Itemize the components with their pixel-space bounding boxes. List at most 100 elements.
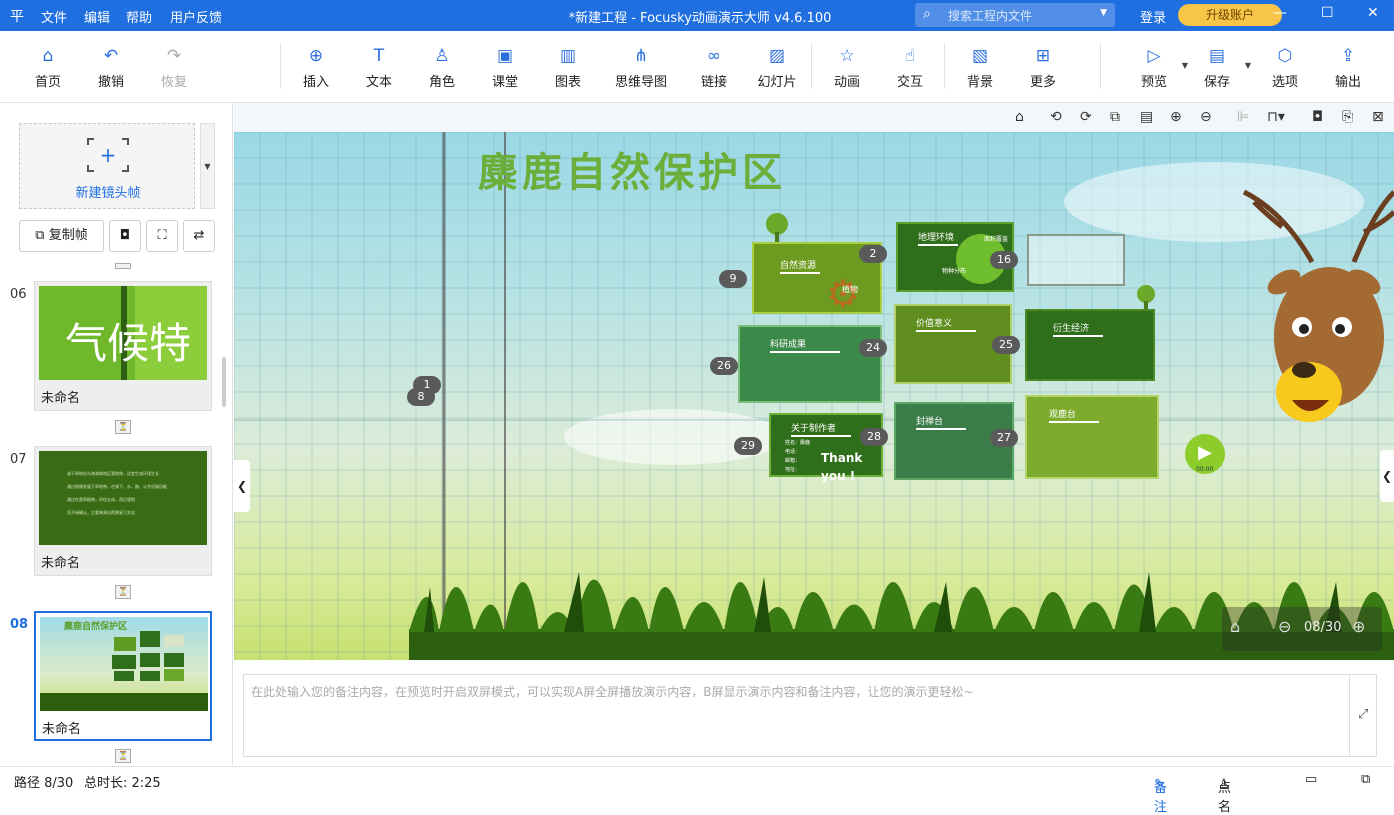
search-dropdown-icon[interactable]: ▼ <box>1100 8 1107 18</box>
slide-thumbnail-06[interactable]: 气候特 未命名 <box>34 281 212 411</box>
slide-thumb-text: 气候特 <box>65 319 192 368</box>
link-button[interactable]: ∞ 链接 <box>684 46 744 90</box>
minimize-button[interactable]: — <box>1273 5 1287 21</box>
frame-badge[interactable]: 28 <box>860 428 888 446</box>
new-frame-button[interactable]: + 新建镜头帧 <box>19 123 195 209</box>
menu-feedback[interactable]: 用户反馈 <box>170 7 222 26</box>
insert-button[interactable]: ⊕ 插入 <box>286 46 346 90</box>
sidebar-scrollbar[interactable] <box>222 357 226 407</box>
text-button[interactable]: T 文本 <box>349 46 409 90</box>
background-icon: ▧ <box>971 46 989 66</box>
transition-icon[interactable]: ⏳ <box>115 749 131 763</box>
box-diagram[interactable] <box>1027 234 1125 286</box>
slide-thumbnail-07[interactable]: 该干旱地机与海湖和地区宽地带，适宜生态环境生长 通过限制发展干旱地带，在湖下、水… <box>34 446 212 576</box>
paste-icon[interactable]: ▤ <box>1140 109 1153 125</box>
frame-badge[interactable]: 9 <box>719 270 747 288</box>
next-frame-icon[interactable]: ⊕ <box>1352 617 1365 636</box>
zoom-in-icon[interactable]: ⊕ <box>1170 109 1182 125</box>
frame-badge[interactable]: 29 <box>734 437 762 455</box>
home-icon[interactable]: ⌂ <box>1230 617 1240 636</box>
mindmap-button[interactable]: ⋔ 思维导图 <box>611 46 671 90</box>
frame-badge[interactable]: 2 <box>859 245 887 263</box>
main-toolbar: ⌂ 首页 ↶ 撤销 ↷ 恢复 ⊕ 插入 T 文本 ♙ 角色 ▣ 课堂 ▥ 图表 ⋔ 思维导图 ∞ 链… <box>0 31 1394 103</box>
home-button[interactable]: ⌂ 首页 <box>18 46 78 90</box>
swap-frame-button[interactable]: ⇄ <box>183 220 215 252</box>
collapse-left-button[interactable]: ❮ <box>234 460 250 512</box>
lock-icon[interactable]: ⊓▾ <box>1267 109 1285 125</box>
stage-title: 麋鹿自然保护区 <box>478 150 786 196</box>
fit-frame-button[interactable]: ⛶ <box>146 220 178 252</box>
zoom-out-icon[interactable]: ⊖ <box>1200 109 1212 125</box>
slide-number: 08 <box>10 617 29 632</box>
close-button[interactable]: ✕ <box>1367 5 1379 21</box>
menu-edit[interactable]: 编辑 <box>84 7 110 26</box>
redo-button[interactable]: ↷ 恢复 <box>144 46 204 90</box>
box-title: 观鹿台 <box>1049 410 1077 420</box>
more-button[interactable]: ⊞ 更多 <box>1013 46 1073 90</box>
presentation-stage[interactable]: 麋鹿自然保护区 自然资源 ⚙ 植物 地理环境 面积覆盖 物种分布 科研成果 价值… <box>234 132 1394 660</box>
box-research[interactable]: 科研成果 <box>738 325 882 403</box>
copy-frame-button[interactable]: ⧉ 复制帧 <box>19 220 104 252</box>
box-view-deck[interactable]: 观鹿台 <box>1025 395 1159 479</box>
chart-button[interactable]: ▥ 图表 <box>538 46 598 90</box>
search-input[interactable]: 搜索工程内文件 <box>948 7 1032 24</box>
frame-badge[interactable]: 8 <box>407 388 435 406</box>
new-frame-label: 新建镜头帧 <box>75 186 141 201</box>
window-icon[interactable]: ⧉ <box>1361 772 1370 787</box>
menu-help[interactable]: 帮助 <box>126 7 152 26</box>
frame-badge[interactable]: 26 <box>710 357 738 375</box>
screen-icon[interactable]: ▭ <box>1305 772 1317 787</box>
classroom-button[interactable]: ▣ 课堂 <box>475 46 535 90</box>
home-view-icon[interactable]: ⌂ <box>1015 109 1024 125</box>
undo-icon: ↶ <box>103 46 119 66</box>
save-button[interactable]: ▤ 保存 ▼ <box>1187 46 1251 90</box>
maximize-button[interactable]: ☐ <box>1321 5 1334 21</box>
text-icon: T <box>373 46 385 66</box>
preview-button[interactable]: ▷ 预览 ▼ <box>1124 46 1188 90</box>
slide-button[interactable]: ▨ 幻灯片 <box>747 46 807 90</box>
export-button[interactable]: ⇪ 输出 <box>1318 46 1378 90</box>
align-icon[interactable]: ⊫ <box>1237 109 1249 125</box>
export-icon: ⇪ <box>1340 46 1356 66</box>
collapse-right-button[interactable]: ❮ <box>1380 450 1394 502</box>
login-button[interactable]: 登录 <box>1140 7 1166 26</box>
copy-icon[interactable]: ⧉ <box>1110 109 1120 125</box>
undo-button[interactable]: ↶ 撤销 <box>81 46 141 90</box>
box-title: 关于制作者 <box>791 424 837 434</box>
background-button[interactable]: ▧ 背景 <box>950 46 1010 90</box>
menu-file[interactable]: 文件 <box>41 7 67 26</box>
transition-icon[interactable]: ⏳ <box>115 585 131 599</box>
screenshot-icon[interactable]: ◘ <box>1312 109 1323 125</box>
frame-badge[interactable]: 16 <box>990 251 1018 269</box>
frame-badge[interactable]: 27 <box>990 429 1018 447</box>
options-button[interactable]: ⬡ 选项 <box>1255 46 1315 90</box>
transition-icon[interactable] <box>115 263 131 269</box>
rotate-left-icon[interactable]: ⟲ <box>1050 109 1062 125</box>
interact-button[interactable]: ☝ 交互 <box>880 46 940 90</box>
camera-button[interactable]: ◘ <box>109 220 141 252</box>
animation-button[interactable]: ☆ 动画 <box>817 46 877 90</box>
transition-icon[interactable]: ⏳ <box>115 420 131 434</box>
export-frame-icon[interactable]: ⎘ <box>1342 109 1353 125</box>
slide-name: 未命名 <box>41 556 81 571</box>
expand-notes-icon[interactable]: ⤢ <box>1358 707 1368 722</box>
home-icon: ⌂ <box>42 46 54 66</box>
upgrade-account-button[interactable]: 升级账户 <box>1178 4 1282 26</box>
frame-badge[interactable]: 25 <box>992 336 1020 354</box>
box-derived-economy[interactable]: 衍生经济 <box>1025 309 1155 381</box>
project-search[interactable]: ⌕ 搜索工程内文件 ▼ <box>915 3 1115 27</box>
close-panel-icon[interactable]: ⊠ <box>1372 109 1384 125</box>
notes-input[interactable]: 在此处输入您的备注内容，在预览时开启双屏模式，可以实现A屏全屏播放演示内容，B屏… <box>251 683 974 700</box>
save-dropdown-icon[interactable]: ▼ <box>1245 61 1251 70</box>
frame-badge[interactable]: 24 <box>859 339 887 357</box>
notes-panel[interactable]: 在此处输入您的备注内容，在预览时开启双屏模式，可以实现A屏全屏播放演示内容，B屏… <box>243 674 1377 757</box>
slide-thumbnail-08[interactable]: 麋鹿自然保护区 未命名 <box>34 611 212 741</box>
canvas-area: ⌂ ⟲ ⟳ ⧉ ▤ ⊕ ⊖ ⊫ ⊓▾ ◘ ⎘ ⊠ 麋鹿自然保护区 自然资源 ⚙ … <box>234 103 1394 660</box>
role-button[interactable]: ♙ 角色 <box>412 46 472 90</box>
box-title: 地理环境 <box>918 233 955 243</box>
previous-frame-icon[interactable]: ⊖ <box>1278 617 1291 636</box>
rotate-right-icon[interactable]: ⟳ <box>1080 109 1092 125</box>
new-frame-dropdown-icon[interactable]: ▼ <box>200 123 215 209</box>
box-title: 衍生经济 <box>1053 324 1090 334</box>
plus-circle-icon: ⊕ <box>308 46 324 66</box>
